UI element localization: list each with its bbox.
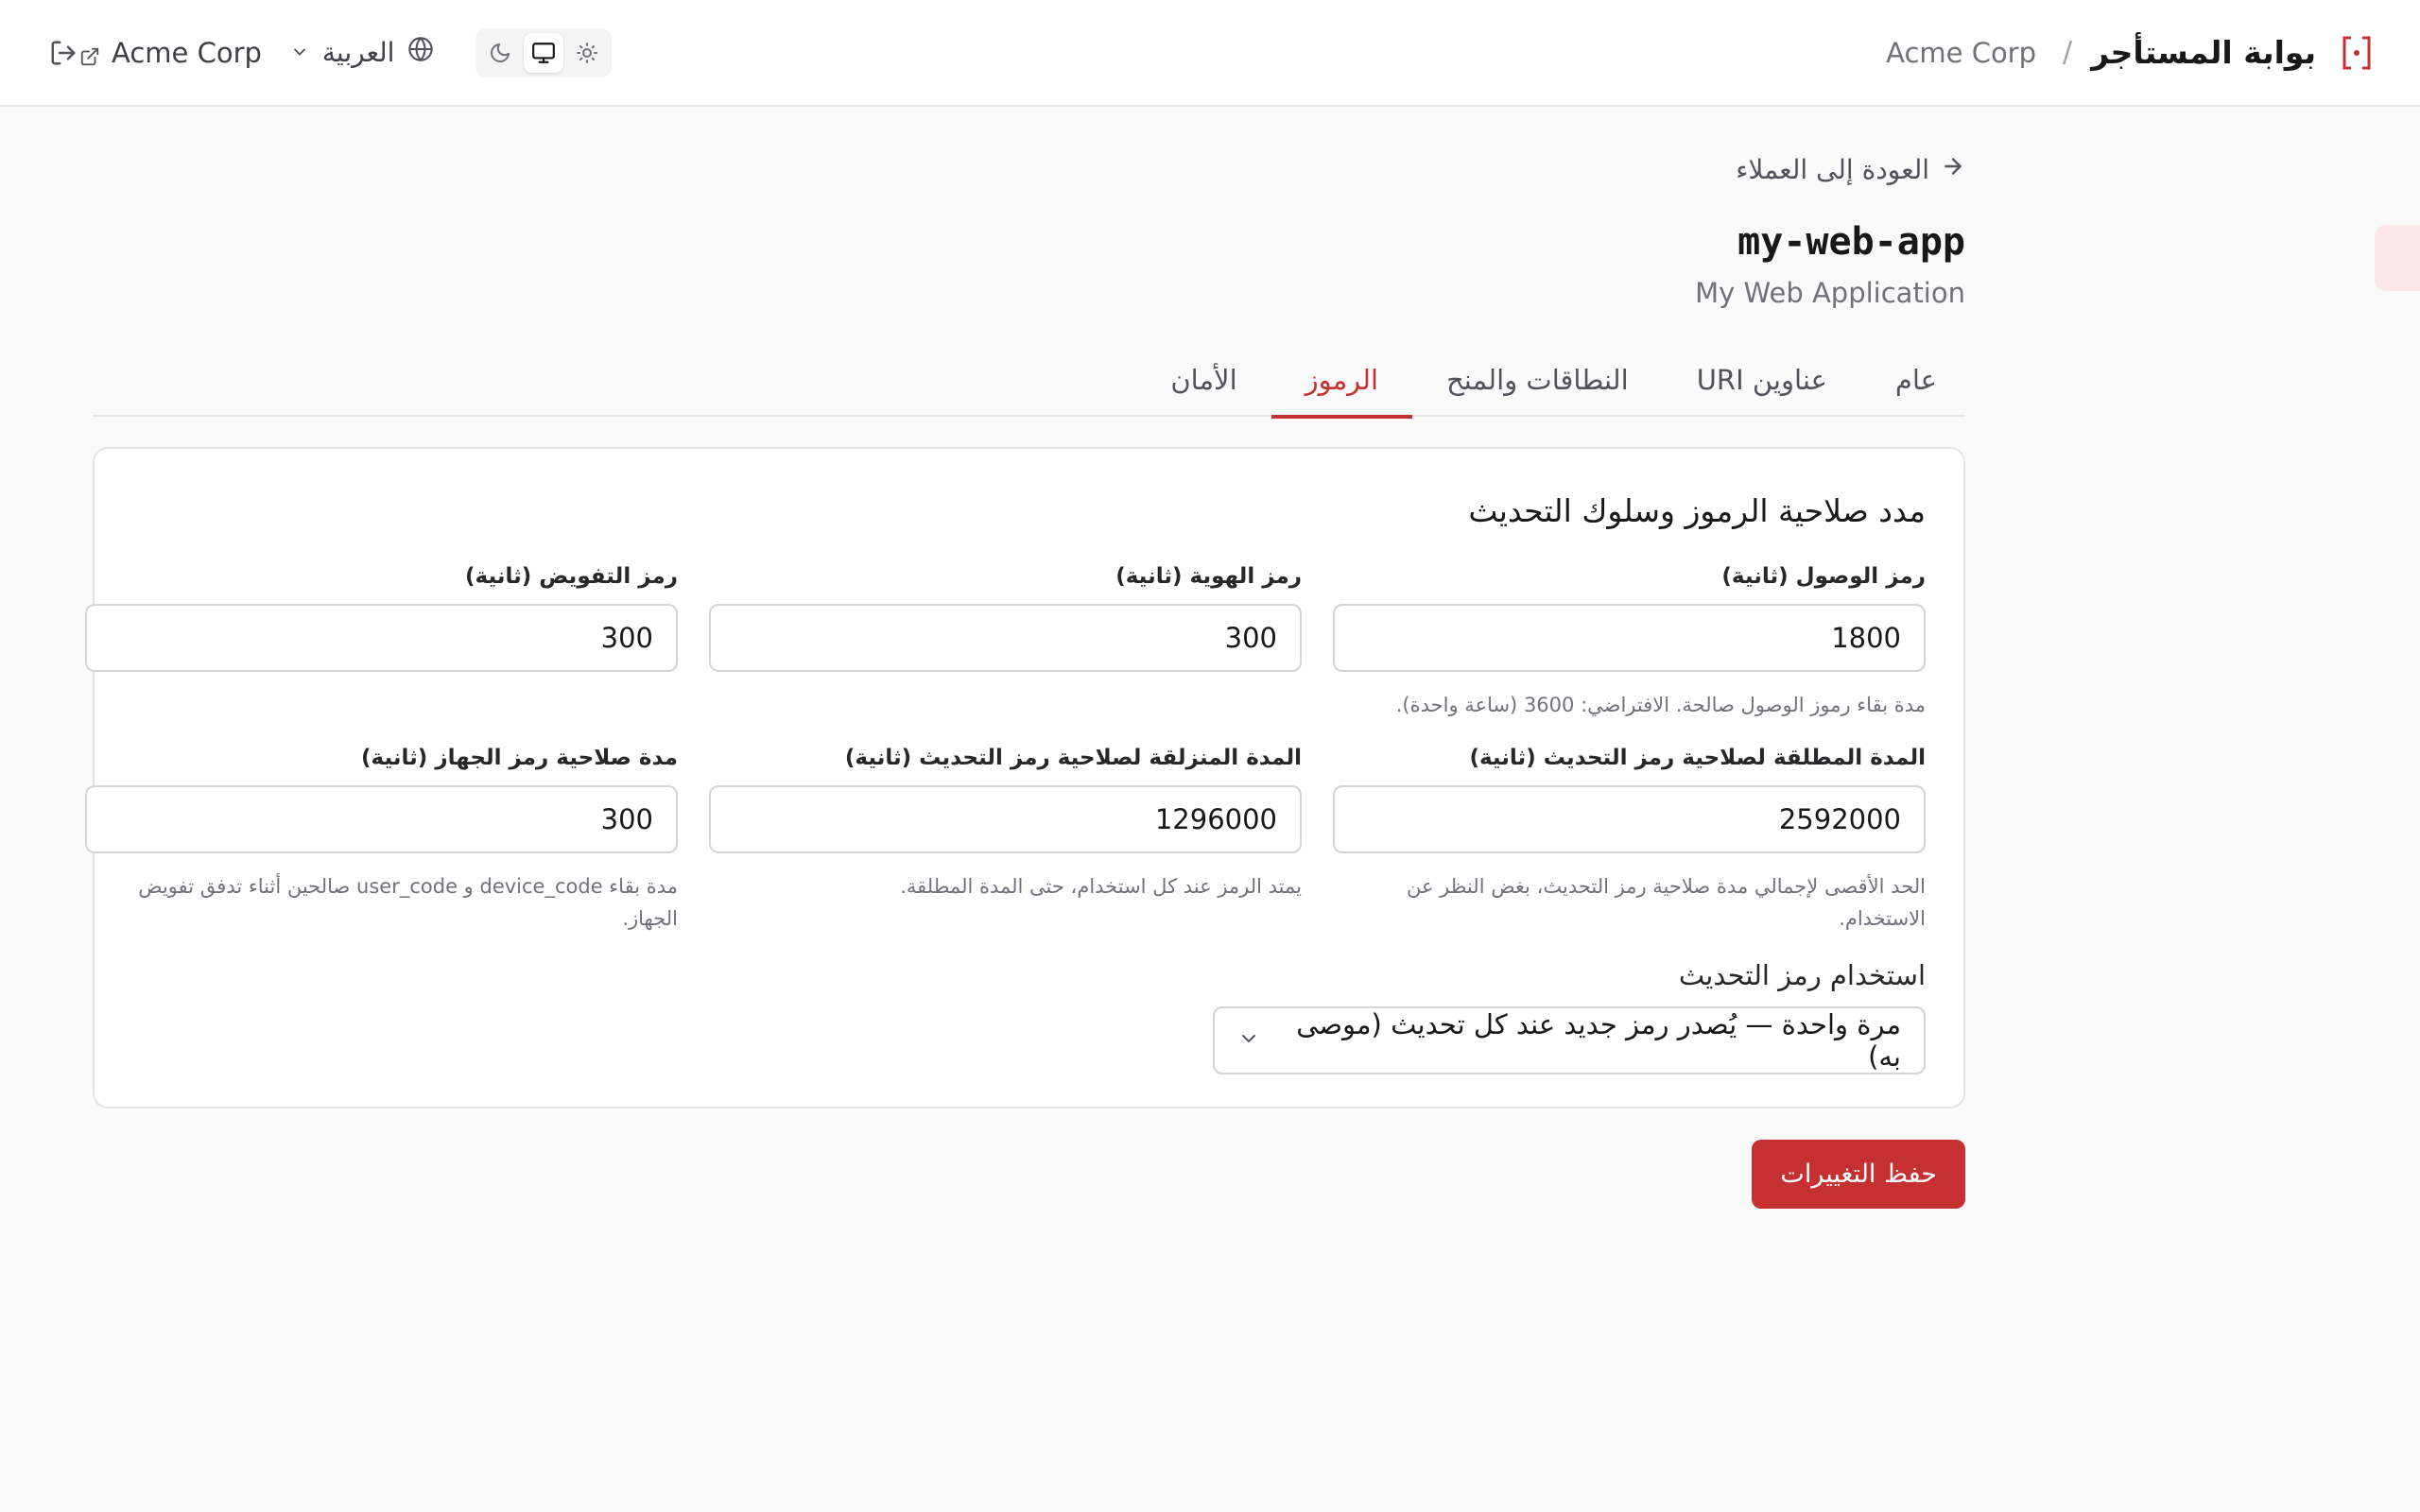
globe-icon — [407, 36, 434, 69]
brand: بوابة المستأجر / Acme Corp — [1886, 34, 2375, 71]
theme-system-monitor-icon[interactable] — [524, 32, 564, 73]
access-token-input[interactable]: 1800 — [1333, 604, 1926, 672]
tab-uris[interactable]: عناوين URI — [1663, 343, 1861, 417]
refresh-usage-select[interactable]: مرة واحدة — يُصدر رمز جديد عند كل تحديث … — [1213, 1006, 1926, 1074]
portal-title: بوابة المستأجر — [2091, 34, 2316, 71]
device-code-hint: مدة بقاء device_code و user_code صالحين … — [138, 875, 678, 930]
breadcrumb-tenant[interactable]: Acme Corp — [1886, 37, 2036, 69]
device-code-input[interactable]: 300 — [85, 785, 678, 853]
auth-code-input[interactable]: 300 — [85, 604, 678, 672]
logout-icon[interactable] — [47, 37, 79, 69]
tenant-link-label: Acme Corp — [112, 36, 262, 69]
tab-scopes-grants[interactable]: النطاقات والمنح — [1412, 343, 1663, 417]
theme-toggle — [475, 27, 613, 77]
card-title: مدد صلاحية الرموز وسلوك التحديث — [1468, 492, 1926, 529]
tab-general[interactable]: عام — [1861, 343, 1965, 417]
token-settings-card: مدد صلاحية الرموز وسلوك التحديث رمز الوص… — [85, 447, 1965, 1108]
access-token-hint: مدة بقاء رموز الوصول صالحة. الافتراضي: 3… — [1395, 694, 1926, 716]
theme-dark-moon-icon[interactable] — [480, 33, 520, 73]
access-token-label: رمز الوصول (ثانية) — [1721, 564, 1926, 589]
id-token-field-group: رمز الهوية (ثانية) 300 — [709, 564, 1302, 672]
device-code-label: مدة صلاحية رمز الجهاز (ثانية) — [361, 746, 678, 770]
client-id-title: my-web-app — [1737, 220, 1965, 264]
tab-tokens[interactable]: الرموز — [1270, 343, 1413, 419]
tab-security[interactable]: الأمان — [1136, 343, 1270, 417]
chevron-down-icon — [290, 37, 309, 68]
refresh-usage-field-group: استخدام رمز التحديث مرة واحدة — يُصدر رم… — [1213, 959, 1926, 1074]
refresh-absolute-label: المدة المطلقة لصلاحية رمز التحديث (ثانية… — [1469, 746, 1926, 770]
auth-code-label: رمز التفويض (ثانية) — [465, 564, 678, 589]
refresh-usage-selected-value: مرة واحدة — يُصدر رمز جديد عند كل تحديث … — [1296, 1008, 1901, 1073]
refresh-absolute-input[interactable]: 2592000 — [1333, 785, 1926, 853]
tenant-external-link[interactable]: Acme Corp — [79, 37, 262, 69]
refresh-absolute-hint: الحد الأقصى لإجمالي مدة صلاحية رمز التحد… — [1406, 875, 1926, 930]
refresh-sliding-input[interactable]: 1296000 — [709, 785, 1302, 853]
refresh-sliding-label: المدة المنزلقة لصلاحية رمز التحديث (ثاني… — [844, 746, 1302, 770]
auth-code-field-group: رمز التفويض (ثانية) 300 — [85, 564, 678, 672]
save-changes-button[interactable]: حفظ التغييرات — [1752, 1140, 1965, 1209]
arrow-right-icon — [1941, 154, 1965, 185]
refresh-absolute-field-group: المدة المطلقة لصلاحية رمز التحديث (ثانية… — [1333, 746, 1926, 935]
top-bar: بوابة المستأجر / Acme Corp Acme Corp الع… — [0, 0, 2420, 107]
language-selector[interactable]: العربية — [290, 36, 435, 69]
language-label: العربية — [321, 37, 395, 68]
client-name-subtitle: My Web Application — [1695, 277, 1965, 309]
access-token-field-group: رمز الوصول (ثانية) 1800 مدة بقاء رموز ال… — [1333, 564, 1926, 721]
edge-panel-handle[interactable] — [2375, 225, 2420, 291]
theme-light-sun-icon[interactable] — [567, 33, 607, 73]
id-token-input[interactable]: 300 — [709, 604, 1302, 672]
brand-logo-icon — [2339, 35, 2375, 71]
client-tabs: عام عناوين URI النطاقات والمنح الرموز ال… — [93, 343, 1965, 419]
refresh-usage-label: استخدام رمز التحديث — [1678, 959, 1926, 991]
chevron-down-icon — [1237, 1024, 1260, 1057]
back-to-clients-link[interactable]: العودة إلى العملاء — [1736, 154, 1965, 185]
back-link-label: العودة إلى العملاء — [1736, 154, 1929, 185]
breadcrumb-separator: / — [2063, 36, 2073, 69]
device-code-field-group: مدة صلاحية رمز الجهاز (ثانية) 300 مدة بق… — [85, 746, 678, 935]
external-link-icon — [79, 42, 102, 65]
refresh-sliding-hint: يمتد الرمز عند كل استخدام، حتى المدة الم… — [900, 875, 1302, 898]
header-tools: Acme Corp العربية — [47, 27, 649, 77]
refresh-sliding-field-group: المدة المنزلقة لصلاحية رمز التحديث (ثاني… — [709, 746, 1302, 902]
id-token-label: رمز الهوية (ثانية) — [1115, 564, 1302, 589]
